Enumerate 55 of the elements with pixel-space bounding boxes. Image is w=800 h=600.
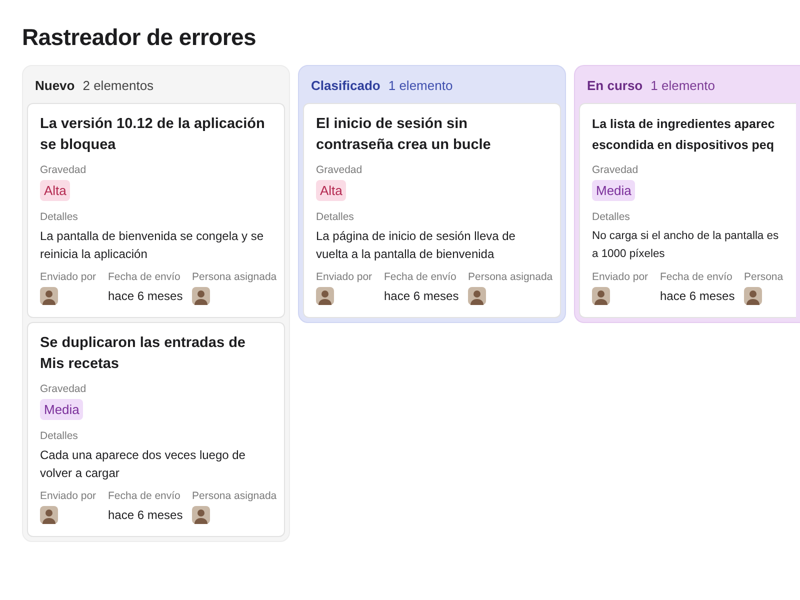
bug-card[interactable]: La lista de ingredientes aparec escondida en dispositivos peq Gravedad Media Detalles No carga si el ancho de la pantalla es a 1000 píxeles Enviado por Fecha de envío Persona hace 6 meses bbox=[579, 103, 796, 318]
person-avatar-icon bbox=[468, 287, 486, 305]
column-title: Nuevo bbox=[35, 78, 75, 93]
date-text: hace 6 meses bbox=[108, 508, 184, 522]
person-avatar-icon bbox=[40, 506, 58, 524]
field-label: Fecha de envío bbox=[108, 490, 182, 502]
field-label: Gravedad bbox=[40, 164, 86, 176]
severity-tag: Media bbox=[40, 399, 84, 420]
details-text: No carga si el ancho de la pantalla es a 1000 píxeles bbox=[592, 229, 779, 262]
severity-tag: Media bbox=[592, 180, 636, 201]
field-label: Persona asignada bbox=[192, 490, 277, 502]
field-label: Detalles bbox=[40, 211, 78, 223]
details-text: Cada una aparece dos veces luego de volver a cargar bbox=[40, 447, 246, 482]
page-title: Rastreador de errores bbox=[22, 24, 258, 51]
bug-card[interactable]: La versión 10.12 de la aplicación se bloquea Gravedad Alta Detalles La pantalla de bienvenida se congela y se reinicia la aplicación Enviado por Fecha de envío Persona asignada hace 6 meses bbox=[27, 103, 285, 318]
person-avatar-icon bbox=[192, 506, 210, 524]
field-label: Persona bbox=[744, 271, 784, 283]
field-label: Gravedad bbox=[40, 383, 86, 395]
person-avatar-icon bbox=[40, 287, 58, 305]
field-label: Fecha de envío bbox=[660, 271, 734, 283]
bug-card[interactable]: Se duplicaron las entradas de Mis recetas Gravedad Media Detalles Cada una aparece dos veces luego de volver a cargar Enviado por Fecha de envío Persona asignada hace 6 meses bbox=[27, 322, 285, 537]
item-count: 1 elemento bbox=[388, 78, 453, 93]
bug-card[interactable] bbox=[303, 103, 561, 318]
field-label: Enviado por bbox=[40, 490, 98, 502]
field-label: Persona asignada bbox=[468, 271, 553, 283]
person-avatar-icon bbox=[592, 287, 610, 305]
field-label: Gravedad bbox=[316, 164, 362, 176]
severity-tag: Alta bbox=[316, 180, 346, 201]
card-title: El inicio de sesión sin contraseña crea un bucle bbox=[316, 115, 492, 155]
date-text: hace 6 meses bbox=[660, 289, 736, 303]
field-label: Enviado por bbox=[40, 271, 98, 283]
person-avatar-icon bbox=[192, 287, 210, 305]
severity-tag: Alta bbox=[40, 180, 70, 201]
field-label: Gravedad bbox=[592, 164, 638, 176]
details-text: La página de inicio de sesión lleva de vuelta a la pantalla de bienvenida bbox=[316, 228, 516, 263]
column-title: En curso bbox=[587, 78, 643, 93]
card-title: La lista de ingredientes aparec escondida en dispositivos peq bbox=[592, 116, 775, 154]
card-title: La versión 10.12 de la aplicación se bloquea bbox=[40, 115, 266, 155]
field-label: Detalles bbox=[592, 211, 630, 223]
field-label: Detalles bbox=[40, 430, 78, 442]
field-label: Fecha de envío bbox=[108, 271, 182, 283]
person-avatar-icon bbox=[744, 287, 762, 305]
date-text: hace 6 meses bbox=[384, 289, 460, 303]
person-avatar-icon bbox=[316, 287, 334, 305]
field-label: Fecha de envío bbox=[384, 271, 458, 283]
field-label: Enviado por bbox=[316, 271, 374, 283]
field-label: Persona asignada bbox=[192, 271, 277, 283]
details-text: La pantalla de bienvenida se congela y se reinicia la aplicación bbox=[40, 228, 264, 263]
card-title: Se duplicaron las entradas de Mis recetas bbox=[40, 334, 246, 374]
column-title: Clasificado bbox=[311, 78, 380, 93]
item-count: 2 elementos bbox=[82, 78, 154, 93]
field-label: Enviado por bbox=[592, 271, 650, 283]
date-text: hace 6 meses bbox=[108, 289, 184, 303]
field-label: Detalles bbox=[316, 211, 354, 223]
item-count: 1 elemento bbox=[650, 78, 715, 93]
